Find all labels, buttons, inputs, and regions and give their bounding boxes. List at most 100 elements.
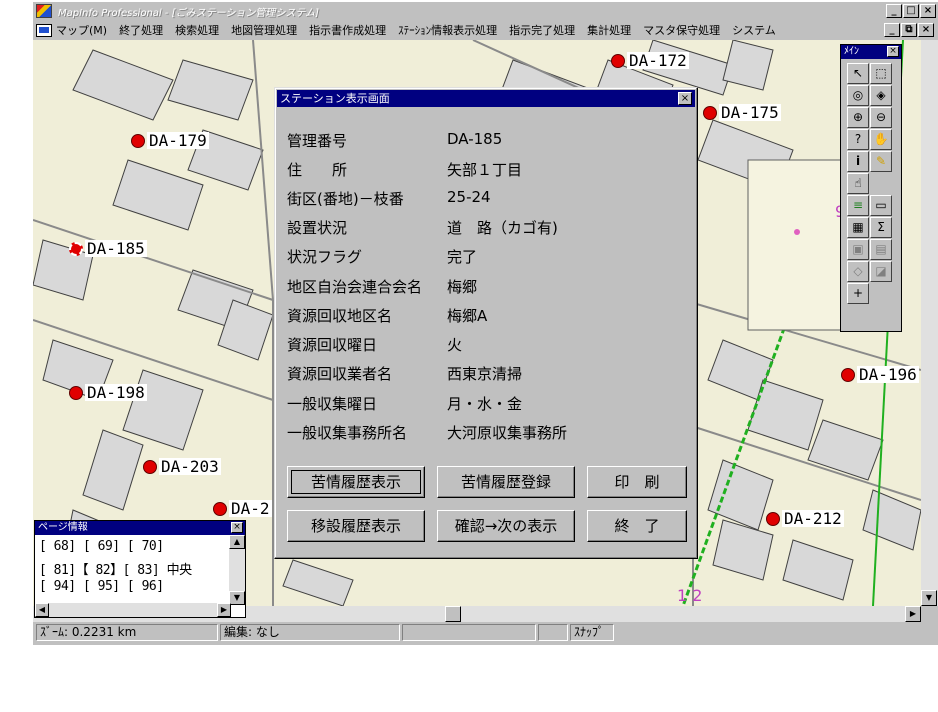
status-bar: ｽﾞｰﾑ: 0.2231 km 編集: なし ｽﾅｯﾌﾟ: [33, 622, 938, 642]
station-marker[interactable]: [703, 106, 717, 120]
radius-select-icon[interactable]: ◎: [847, 85, 869, 106]
menu-exit[interactable]: 終了処理: [119, 22, 163, 38]
field-label: 設置状況: [287, 219, 348, 237]
toolbox-close-button[interactable]: ×: [887, 46, 899, 57]
ruler-icon[interactable]: ▭: [870, 195, 892, 216]
menu-aggregate[interactable]: 集計処理: [587, 22, 631, 38]
legend-icon[interactable]: ▦: [847, 217, 869, 238]
station-label: DA-196: [857, 365, 919, 384]
status-panel-empty: [538, 623, 568, 641]
change-view-icon[interactable]: ?: [847, 129, 869, 150]
field-value: 25-24: [447, 188, 491, 206]
reshape-icon[interactable]: ◇: [847, 261, 869, 282]
station-marker[interactable]: [213, 502, 227, 516]
menu-instruction[interactable]: 指示書作成処理: [309, 22, 386, 38]
move-history-button[interactable]: 移設履歴表示: [287, 510, 425, 542]
toolbox-title: ﾒｲﾝ ×: [841, 45, 901, 59]
menu-map[interactable]: マップ(M): [56, 22, 107, 38]
page-info-vertical-scrollbar[interactable]: ▲ ▼: [229, 535, 245, 605]
scroll-right-button[interactable]: ▶: [905, 606, 921, 622]
station-label: DA-212: [782, 509, 844, 528]
station-label: DA-179: [147, 131, 209, 150]
page-info-horizontal-scrollbar[interactable]: ◀ ▶: [35, 603, 231, 617]
zoom-out-icon[interactable]: ⊖: [870, 107, 892, 128]
page-grid-row[interactable]: [ 68] [ 69] [ 70]: [39, 539, 164, 554]
field-value: DA-185: [447, 130, 503, 148]
field-label: 一般収集事務所名: [287, 424, 408, 442]
minimize-button[interactable]: _: [886, 4, 902, 18]
doc-minimize-button[interactable]: _: [884, 23, 900, 37]
field-value: 矢部１丁目: [447, 161, 523, 179]
station-display-dialog: ステーション表示画面 × 管理番号 DA-185 住 所 矢部１丁目 街区(番地…: [274, 87, 698, 559]
statistics-icon[interactable]: Σ: [870, 217, 892, 238]
station-marker[interactable]: [131, 134, 145, 148]
scroll-thumb[interactable]: [445, 606, 461, 622]
station-label: DA-2: [229, 499, 272, 518]
clip-region-icon[interactable]: ▣: [847, 239, 869, 260]
menu-station-info[interactable]: ｽﾃｰｼｮﾝ情報表示処理: [398, 22, 497, 38]
station-marker[interactable]: [766, 512, 780, 526]
crosshair-icon[interactable]: +: [847, 283, 869, 304]
menu-complete[interactable]: 指示完了処理: [509, 22, 575, 38]
field-label: 資源回収地区名: [287, 307, 393, 325]
menu-map-manage[interactable]: 地図管理処理: [231, 22, 297, 38]
label-icon[interactable]: ✎: [870, 151, 892, 172]
station-marker[interactable]: [841, 368, 855, 382]
page-info-title: ページ情報 ×: [35, 521, 245, 535]
field-value: 梅郷: [447, 278, 478, 296]
print-button[interactable]: 印 刷: [587, 466, 687, 498]
station-marker-selected[interactable]: [69, 242, 83, 256]
edit-status: 編集: なし: [220, 623, 400, 641]
page-info-close-button[interactable]: ×: [231, 522, 243, 533]
zoom-in-icon[interactable]: ⊕: [847, 107, 869, 128]
station-label: DA-185: [85, 239, 147, 258]
layer-control-icon[interactable]: ≡: [847, 195, 869, 216]
complaint-register-button[interactable]: 苦情履歴登録: [437, 466, 575, 498]
menu-master[interactable]: マスタ保守処理: [643, 22, 720, 38]
scroll-down-button[interactable]: ▼: [921, 590, 937, 606]
page-grid-row[interactable]: [ 81]【 82】[ 83] 中央: [39, 559, 192, 578]
station-marker[interactable]: [69, 386, 83, 400]
doc-close-button[interactable]: ×: [918, 23, 934, 37]
menu-system[interactable]: システム: [732, 22, 776, 38]
doc-restore-button[interactable]: ⧉: [901, 23, 917, 37]
info-icon[interactable]: i: [847, 151, 869, 172]
map-block-number: 1 2: [677, 586, 703, 605]
station-marker[interactable]: [611, 54, 625, 68]
marquee-select-icon[interactable]: ⬚: [870, 63, 892, 84]
scroll-up-button[interactable]: ▲: [229, 535, 245, 549]
document-icon[interactable]: [36, 23, 52, 37]
mapinfo-logo-icon: [36, 4, 52, 18]
dialog-title: ステーション表示画面 ×: [277, 90, 695, 107]
field-label: 街区(番地)－枝番: [287, 190, 404, 208]
set-target-icon[interactable]: ▤: [870, 239, 892, 260]
station-marker[interactable]: [143, 460, 157, 474]
page-grid-row[interactable]: [ 94] [ 95] [ 96]: [39, 579, 164, 594]
add-node-icon[interactable]: ◪: [870, 261, 892, 282]
page-info-window: ページ情報 × [ 68] [ 69] [ 70] [ 81]【 82】[ 83…: [34, 520, 246, 618]
station-label: DA-203: [159, 457, 221, 476]
maximize-button[interactable]: □: [903, 4, 919, 18]
drag-window-icon[interactable]: ☝: [847, 173, 869, 194]
dialog-close-button[interactable]: ×: [678, 92, 692, 105]
scroll-right-button[interactable]: ▶: [217, 603, 231, 617]
station-label: DA-198: [85, 383, 147, 402]
field-value: 大河原収集事務所: [447, 424, 568, 442]
complaint-history-button[interactable]: 苦情履歴表示: [287, 466, 425, 498]
scroll-down-button[interactable]: ▼: [229, 591, 245, 605]
snap-status: ｽﾅｯﾌﾟ: [570, 623, 614, 641]
end-button[interactable]: 終 了: [587, 510, 687, 542]
field-label: 住 所: [287, 161, 348, 179]
field-value: 火: [447, 336, 463, 354]
title-bar: MapInfo Professional - [ごみステーション管理システム] …: [33, 2, 938, 20]
confirm-next-button[interactable]: 確認→次の表示: [437, 510, 575, 542]
polygon-select-icon[interactable]: ◈: [870, 85, 892, 106]
select-arrow-icon[interactable]: ↖: [847, 63, 869, 84]
grabber-hand-icon[interactable]: ✋: [870, 129, 892, 150]
map-vertical-scrollbar[interactable]: ▼: [921, 40, 938, 606]
window-title: MapInfo Professional - [ごみステーション管理システム]: [58, 7, 319, 19]
menu-search[interactable]: 検索処理: [175, 22, 219, 38]
scroll-left-button[interactable]: ◀: [35, 603, 49, 617]
menu-bar: マップ(M) 終了処理 検索処理 地図管理処理 指示書作成処理 ｽﾃｰｼｮﾝ情報…: [33, 20, 938, 40]
close-button[interactable]: ×: [920, 4, 936, 18]
